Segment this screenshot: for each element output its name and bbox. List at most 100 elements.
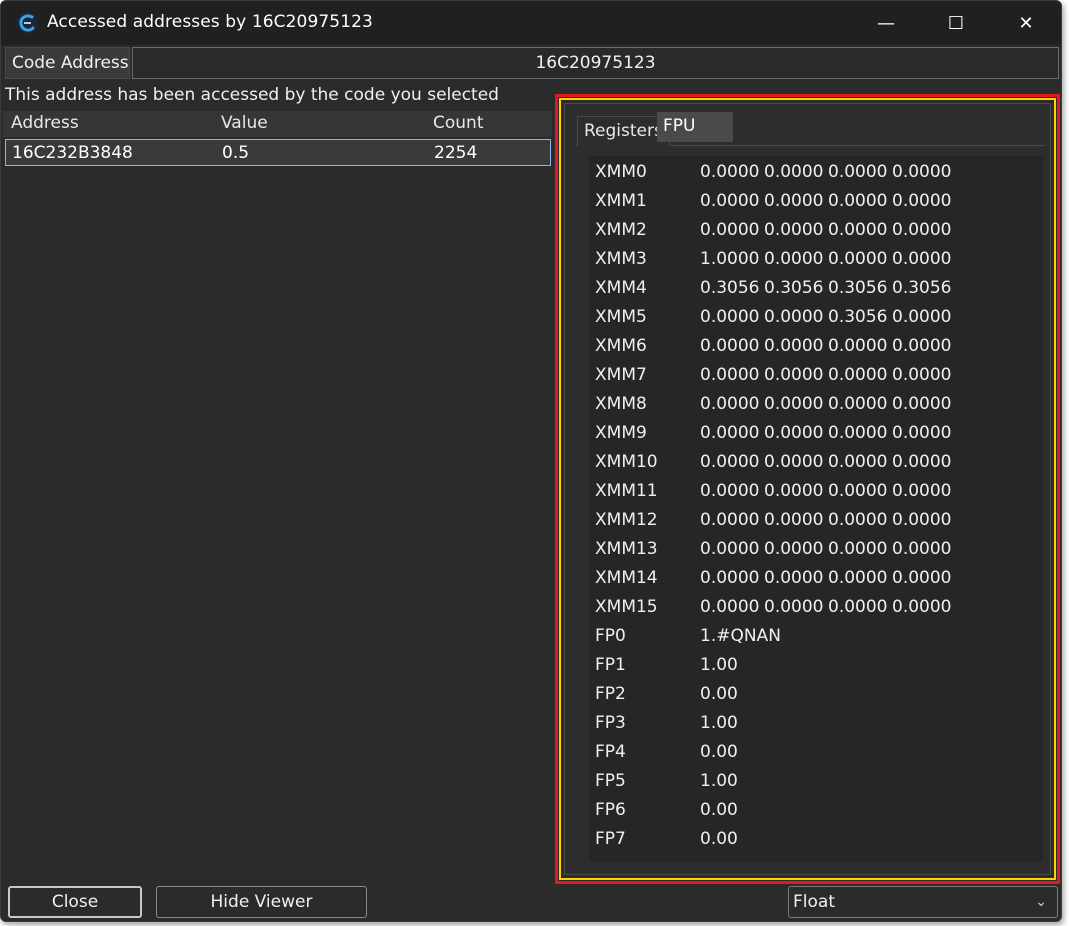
register-value: 0.0000 [892,394,952,414]
fp-register-row: FP6 0.00 [589,796,1043,825]
register-value: 0.0000 [700,220,760,240]
xmm-register-row: XMM7 0.0000 0.0000 0.0000 0.0000 [589,361,1043,390]
xmm-register-row: XMM6 0.0000 0.0000 0.0000 0.0000 [589,332,1043,361]
minimize-button[interactable]: — [851,1,921,45]
fp-register-row: FP5 1.00 [589,767,1043,796]
register-value: 0.00 [700,742,738,762]
xmm-register-row: XMM4 0.3056 0.3056 0.3056 0.3056 [589,274,1043,303]
register-value: 0.0000 [892,220,952,240]
hide-viewer-button[interactable]: Hide Viewer [156,886,367,918]
window-title: Accessed addresses by 16C20975123 [47,12,373,32]
register-name: XMM14 [595,568,658,588]
fpu-panel: Registers FPU XMM0 0.0000 0.0000 0.0000 0.00… [555,94,1060,884]
register-value: 0.0000 [892,510,952,530]
register-value: 0.0000 [892,539,952,559]
window-close-button[interactable]: ✕ [991,1,1061,45]
register-value: 0.0000 [764,568,824,588]
fp-register-row: FP0 1.#QNAN [589,622,1043,651]
accessed-address-list[interactable]: Address Value Count 16C232B3848 0.5 2254 [3,111,552,881]
fpu-register-list: XMM0 0.0000 0.0000 0.0000 0.0000 XMM1 0.0000 0.… [589,156,1043,862]
maximize-icon: ☐ [947,12,965,34]
list-header: Address Value Count [3,111,552,137]
register-name: XMM9 [595,423,647,443]
register-value: 0.0000 [764,191,824,211]
register-value: 0.0000 [892,365,952,385]
register-value: 0.0000 [828,191,888,211]
register-value: 0.0000 [700,568,760,588]
tab-fpu[interactable]: FPU [657,112,733,142]
fp-register-row: FP7 0.00 [589,825,1043,854]
column-header-count[interactable]: Count [433,113,484,133]
register-value: 0.0000 [700,597,760,617]
register-value: 1.00 [700,771,738,791]
register-value: 0.0000 [828,423,888,443]
xmm-register-row: XMM14 0.0000 0.0000 0.0000 0.0000 [589,564,1043,593]
register-name: FP1 [595,655,626,675]
register-name: FP5 [595,771,626,791]
register-value: 0.0000 [892,336,952,356]
fp-register-row: FP1 1.00 [589,651,1043,680]
register-value: 0.0000 [892,481,952,501]
title-bar[interactable]: Accessed addresses by 16C20975123 — ☐ ✕ [1,1,1061,45]
register-name: FP3 [595,713,626,733]
xmm-register-row: XMM15 0.0000 0.0000 0.0000 0.0000 [589,593,1043,622]
xmm-register-row: XMM11 0.0000 0.0000 0.0000 0.0000 [589,477,1043,506]
close-button[interactable]: Close [8,886,142,918]
register-value: 0.0000 [828,249,888,269]
fp-register-row: FP4 0.00 [589,738,1043,767]
xmm-register-row: XMM9 0.0000 0.0000 0.0000 0.0000 [589,419,1043,448]
register-value: 0.0000 [828,336,888,356]
row-count: 2254 [434,143,478,163]
register-value: 0.0000 [764,365,824,385]
register-value: 0.0000 [764,220,824,240]
tab-bar: Registers FPU [575,112,1045,146]
xmm-register-row: XMM5 0.0000 0.0000 0.3056 0.0000 [589,303,1043,332]
register-name: XMM6 [595,336,647,356]
register-name: XMM7 [595,365,647,385]
fp-register-row: FP3 1.00 [589,709,1043,738]
register-value: 0.0000 [764,539,824,559]
register-value: 0.0000 [892,191,952,211]
register-name: XMM4 [595,278,647,298]
column-header-address[interactable]: Address [11,113,79,133]
register-value: 0.3056 [828,278,888,298]
cheat-engine-icon [16,12,38,34]
format-select[interactable]: Float ⌄ [788,886,1058,918]
register-value: 0.0000 [892,452,952,472]
xmm-register-row: XMM13 0.0000 0.0000 0.0000 0.0000 [589,535,1043,564]
code-address-field[interactable]: 16C20975123 [132,47,1059,79]
register-value: 0.0000 [764,394,824,414]
tab-registers[interactable]: Registers [577,116,670,146]
register-value: 0.0000 [892,597,952,617]
register-value: 0.0000 [764,452,824,472]
register-name: FP6 [595,800,626,820]
register-value: 1.00 [700,713,738,733]
xmm-register-row: XMM3 1.0000 0.0000 0.0000 0.0000 [589,245,1043,274]
list-row[interactable]: 16C232B3848 0.5 2254 [5,139,551,166]
minimize-icon: — [877,12,895,34]
register-name: XMM12 [595,510,658,530]
xmm-register-row: XMM8 0.0000 0.0000 0.0000 0.0000 [589,390,1043,419]
register-value: 0.0000 [828,568,888,588]
xmm-register-row: XMM0 0.0000 0.0000 0.0000 0.0000 [589,158,1043,187]
xmm-register-row: XMM12 0.0000 0.0000 0.0000 0.0000 [589,506,1043,535]
register-value: 0.0000 [764,307,824,327]
register-value: 0.0000 [700,191,760,211]
register-name: FP0 [595,626,626,646]
column-header-value[interactable]: Value [221,113,268,133]
register-value: 0.0000 [892,162,952,182]
register-name: FP4 [595,742,626,762]
register-name: FP7 [595,829,626,849]
register-value: 0.0000 [764,423,824,443]
register-value: 0.0000 [828,510,888,530]
register-value: 0.0000 [892,249,952,269]
maximize-button[interactable]: ☐ [921,1,991,45]
xmm-register-row: XMM10 0.0000 0.0000 0.0000 0.0000 [589,448,1043,477]
register-value: 0.0000 [700,481,760,501]
register-value: 0.0000 [700,365,760,385]
register-value: 0.0000 [700,162,760,182]
close-icon: ✕ [1018,12,1034,34]
register-value: 0.3056 [700,278,760,298]
register-value: 0.0000 [764,510,824,530]
register-name: FP2 [595,684,626,704]
